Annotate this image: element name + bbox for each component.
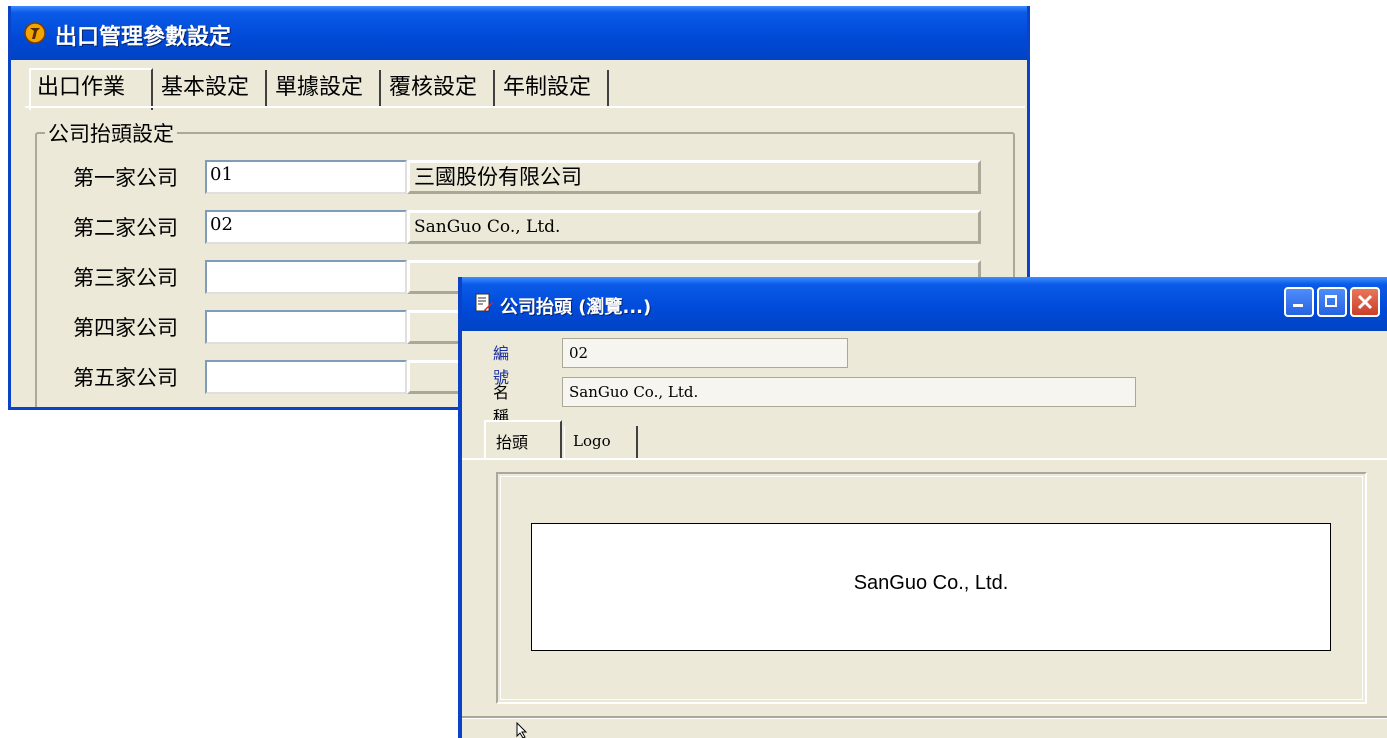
maximize-button[interactable]	[1317, 287, 1347, 317]
tab-basic-settings[interactable]: 基本設定	[155, 70, 267, 108]
mouse-cursor-icon	[516, 722, 528, 738]
company-2-name-field[interactable]: SanGuo Co., Ltd.	[407, 210, 981, 244]
close-button[interactable]	[1350, 287, 1380, 317]
maximize-icon	[1325, 295, 1337, 307]
number-input[interactable]: 02	[562, 338, 848, 368]
company-4-code-input[interactable]	[205, 310, 407, 344]
tab-baseline	[25, 106, 1025, 108]
minimize-button[interactable]	[1284, 287, 1314, 317]
tab-logo-label: Logo	[573, 432, 611, 450]
dialog-bottom-divider	[462, 716, 1387, 719]
tab-header[interactable]: 抬頭	[484, 420, 562, 458]
header-preview-text: SanGuo Co., Ltd.	[853, 572, 1009, 594]
dialog-titlebar[interactable]: 公司抬頭 (瀏覽...)	[462, 277, 1387, 331]
company-5-label: 第五家公司	[73, 366, 178, 390]
tab-logo[interactable]: Logo	[564, 426, 638, 458]
dialog-title: 公司抬頭 (瀏覽...)	[500, 297, 652, 318]
company-header-group-title: 公司抬頭設定	[45, 118, 177, 148]
close-icon	[1357, 294, 1373, 310]
company-1-name-field[interactable]: 三國股份有限公司	[407, 160, 981, 194]
app-logo-icon	[24, 22, 46, 44]
company-3-label: 第三家公司	[73, 266, 178, 290]
document-edit-icon	[475, 293, 493, 312]
main-window-titlebar[interactable]: 出口管理參數設定	[11, 6, 1027, 60]
name-input[interactable]: SanGuo Co., Ltd.	[562, 377, 1136, 407]
company-1-code-input[interactable]: 01	[205, 160, 407, 194]
tab-document-settings[interactable]: 單據設定	[269, 70, 381, 108]
company-2-label: 第二家公司	[73, 216, 178, 240]
company-5-code-input[interactable]	[205, 360, 407, 394]
minimize-icon	[1293, 304, 1303, 307]
tab-review-settings[interactable]: 覆核設定	[383, 70, 495, 108]
company-1-label: 第一家公司	[73, 166, 178, 190]
company-2-code-input[interactable]: 02	[205, 210, 407, 244]
company-3-code-input[interactable]	[205, 260, 407, 294]
header-preview-box: SanGuo Co., Ltd.	[531, 523, 1331, 651]
tab-export-operation[interactable]: 出口作業	[29, 68, 153, 110]
main-window-title: 出口管理參數設定	[55, 25, 232, 50]
tab-year-settings[interactable]: 年制設定	[497, 70, 609, 108]
dialog-tab-baseline	[462, 458, 1387, 460]
tab-header-label: 抬頭	[496, 433, 529, 452]
company-4-label: 第四家公司	[73, 316, 178, 340]
